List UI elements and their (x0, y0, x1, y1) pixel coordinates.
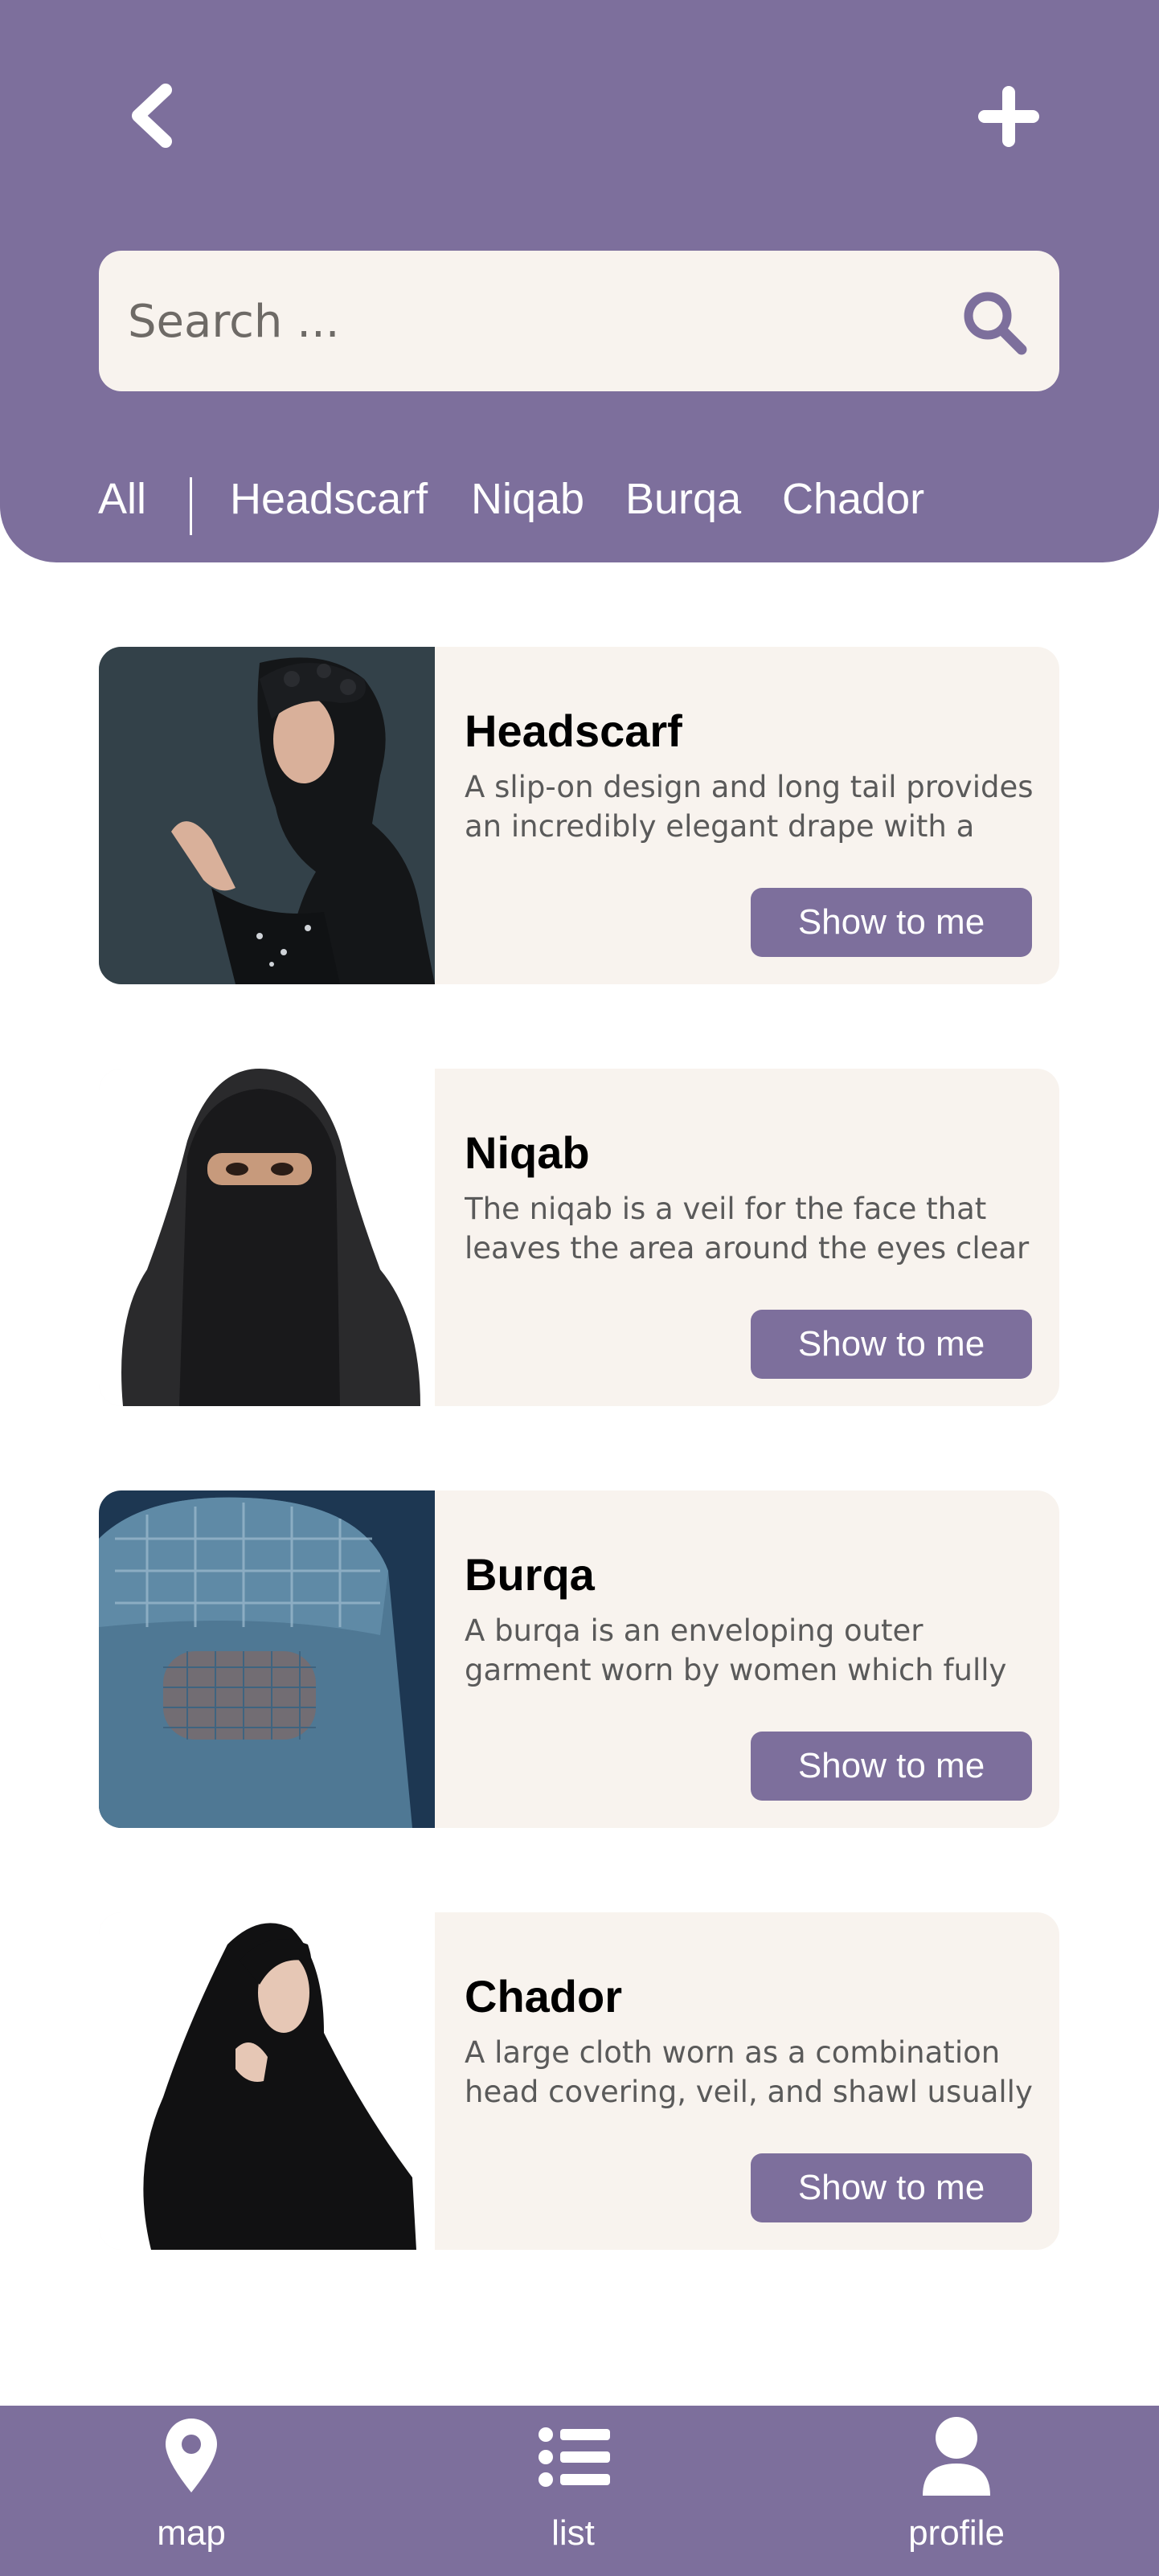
item-description: A slip-on design and long tail provides … (465, 770, 1034, 844)
item-title: Chador (465, 1971, 622, 2022)
nav-item-list[interactable]: list (453, 2406, 694, 2576)
nav-item-map[interactable]: map (71, 2406, 312, 2576)
nav-label: map (157, 2513, 226, 2553)
item-title: Headscarf (465, 705, 682, 756)
filter-tab-all[interactable]: All (98, 474, 146, 524)
item-description: A large cloth worn as a combination head… (465, 2035, 1033, 2109)
user-icon (923, 2417, 990, 2496)
search-icon (964, 292, 1027, 355)
item-card-chador: Chador A large cloth worn as a combinati… (99, 1912, 1059, 2250)
show-to-me-button[interactable]: Show to me (751, 888, 1032, 957)
chador-image (99, 1912, 435, 2250)
nav-label: list (551, 2513, 595, 2553)
item-description: A burqa is an enveloping outer garment w… (465, 1613, 1007, 1687)
search-input[interactable] (126, 251, 933, 393)
map-pin-icon (166, 2419, 217, 2492)
plus-icon (978, 86, 1039, 147)
filter-tab-niqab[interactable]: Niqab (471, 474, 584, 524)
filter-tab-chador[interactable]: Chador (782, 474, 924, 524)
show-to-me-button[interactable]: Show to me (751, 1310, 1032, 1379)
nav-item-profile[interactable]: profile (836, 2406, 1077, 2576)
filter-tab-headscarf[interactable]: Headscarf (230, 474, 428, 524)
bottom-navigation: map list profile (0, 2406, 1159, 2576)
header: All Headscarf Niqab Burqa Chador (0, 0, 1159, 562)
item-title: Burqa (465, 1549, 595, 1600)
item-card-burqa: Burqa A burqa is an enveloping outer gar… (99, 1490, 1059, 1828)
back-button[interactable] (121, 80, 185, 151)
list-icon (539, 2427, 610, 2487)
nav-label: profile (908, 2513, 1005, 2553)
item-card-niqab: Niqab The niqab is a veil for the face t… (99, 1069, 1059, 1406)
category-filter-bar: All Headscarf Niqab Burqa Chador (0, 466, 1159, 546)
show-to-me-button[interactable]: Show to me (751, 2153, 1032, 2222)
item-title: Niqab (465, 1127, 590, 1178)
filter-divider (190, 477, 192, 535)
add-button[interactable] (977, 84, 1041, 149)
show-to-me-button[interactable]: Show to me (751, 1732, 1032, 1801)
burqa-image (99, 1490, 435, 1828)
chevron-left-icon (132, 84, 172, 148)
search-bar (99, 251, 1059, 393)
niqab-image (99, 1069, 435, 1406)
filter-tab-burqa[interactable]: Burqa (625, 474, 741, 524)
item-card-headscarf: Headscarf A slip-on design and long tail… (99, 647, 1059, 984)
item-description: The niqab is a veil for the face that le… (465, 1192, 1030, 1266)
headscarf-image (99, 647, 435, 984)
search-button[interactable] (959, 287, 1031, 359)
